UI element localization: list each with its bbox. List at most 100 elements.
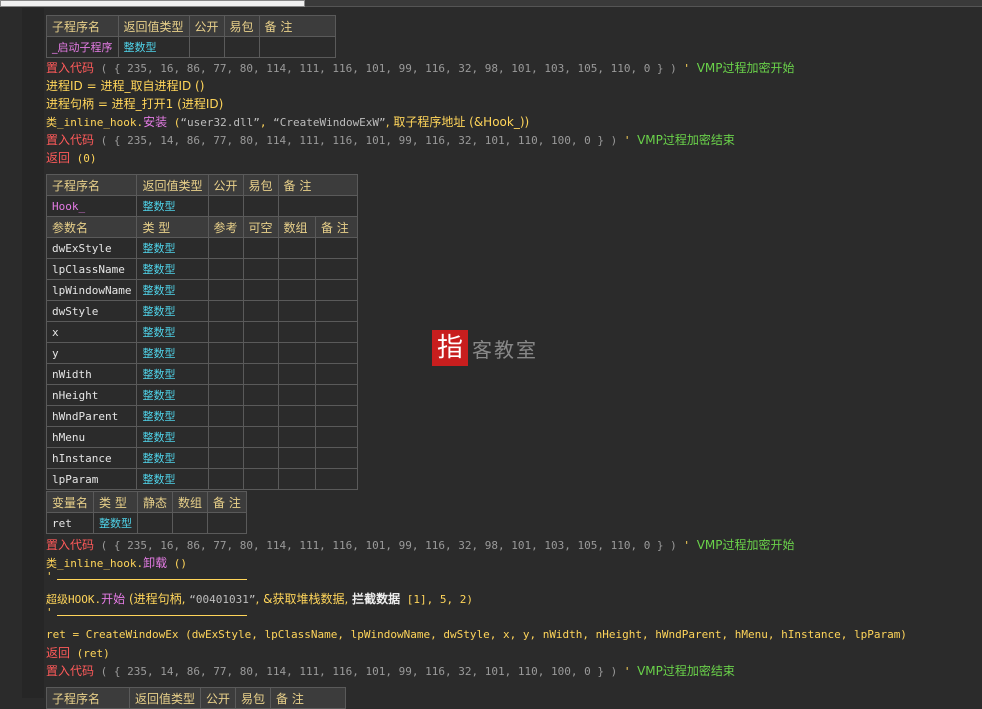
code-line-createwindow[interactable]: ret = CreateWindowEx (dwExStyle, lpClass… — [46, 626, 907, 644]
param-type[interactable]: 整数型 — [136, 405, 209, 427]
param-type[interactable]: 整数型 — [136, 426, 209, 448]
param-array-cell[interactable] — [277, 405, 316, 427]
param-ref-cell[interactable] — [207, 342, 244, 364]
public-cell[interactable] — [207, 195, 244, 217]
param-nullable-cell[interactable] — [242, 321, 279, 343]
sub-name[interactable]: Hook_ — [45, 195, 138, 217]
var-name[interactable]: ret — [45, 512, 95, 534]
param-row[interactable]: hWndParent 整数型 — [45, 405, 358, 427]
param-remark-cell[interactable] — [314, 321, 358, 343]
return-type[interactable]: 整数型 — [117, 36, 190, 58]
param-nullable-cell[interactable] — [242, 468, 279, 490]
param-row[interactable]: hMenu 整数型 — [45, 426, 358, 448]
param-ref-cell[interactable] — [207, 384, 244, 406]
param-nullable-cell[interactable] — [242, 258, 279, 280]
param-nullable-cell[interactable] — [242, 363, 279, 385]
code-line-inject-start[interactable]: 置入代码 ( { 235, 16, 86, 77, 80, 114, 111, … — [46, 536, 795, 554]
param-name[interactable]: nWidth — [45, 363, 138, 385]
param-array-cell[interactable] — [277, 363, 316, 385]
param-name[interactable]: lpParam — [45, 468, 138, 490]
param-remark-cell[interactable] — [314, 363, 358, 385]
param-ref-cell[interactable] — [207, 468, 244, 490]
param-name[interactable]: hMenu — [45, 426, 138, 448]
remark-cell[interactable] — [277, 195, 358, 217]
public-cell[interactable] — [188, 36, 225, 58]
param-ref-cell[interactable] — [207, 300, 244, 322]
param-array-cell[interactable] — [277, 426, 316, 448]
param-type[interactable]: 整数型 — [136, 279, 209, 301]
param-name[interactable]: hInstance — [45, 447, 138, 469]
param-type[interactable]: 整数型 — [136, 342, 209, 364]
return-type[interactable]: 整数型 — [136, 195, 209, 217]
param-row[interactable]: dwStyle 整数型 — [45, 300, 358, 322]
param-name[interactable]: dwStyle — [45, 300, 138, 322]
param-remark-cell[interactable] — [314, 384, 358, 406]
param-array-cell[interactable] — [277, 321, 316, 343]
param-array-cell[interactable] — [277, 279, 316, 301]
param-array-cell[interactable] — [277, 468, 316, 490]
code-line-return[interactable]: 返回 (ret) — [46, 644, 110, 662]
param-name[interactable]: lpWindowName — [45, 279, 138, 301]
param-remark-cell[interactable] — [314, 405, 358, 427]
param-row[interactable]: lpWindowName 整数型 — [45, 279, 358, 301]
param-row[interactable]: lpClassName 整数型 — [45, 258, 358, 280]
code-line-inject-end[interactable]: 置入代码 ( { 235, 14, 86, 77, 80, 114, 111, … — [46, 662, 735, 680]
param-row[interactable]: dwExStyle 整数型 — [45, 237, 358, 259]
param-array-cell[interactable] — [277, 258, 316, 280]
param-ref-cell[interactable] — [207, 258, 244, 280]
selector-box[interactable] — [0, 0, 305, 7]
param-remark-cell[interactable] — [314, 237, 358, 259]
param-name[interactable]: dwExStyle — [45, 237, 138, 259]
param-name[interactable]: hWndParent — [45, 405, 138, 427]
code-line-return[interactable]: 返回 (0) — [46, 149, 97, 167]
code-line-inject-end[interactable]: 置入代码 ( { 235, 14, 86, 77, 80, 114, 111, … — [46, 131, 735, 149]
var-static-cell[interactable] — [137, 512, 174, 534]
param-remark-cell[interactable] — [314, 447, 358, 469]
param-type[interactable]: 整数型 — [136, 363, 209, 385]
param-array-cell[interactable] — [277, 342, 316, 364]
param-ref-cell[interactable] — [207, 426, 244, 448]
param-remark-cell[interactable] — [314, 300, 358, 322]
code-line-inject-start[interactable]: 置入代码 ( { 235, 16, 86, 77, 80, 114, 111, … — [46, 59, 795, 77]
param-type[interactable]: 整数型 — [136, 321, 209, 343]
param-remark-cell[interactable] — [314, 468, 358, 490]
param-array-cell[interactable] — [277, 384, 316, 406]
param-row[interactable]: x 整数型 — [45, 321, 358, 343]
param-nullable-cell[interactable] — [242, 300, 279, 322]
easy-pack-cell[interactable] — [242, 195, 279, 217]
param-row[interactable]: nHeight 整数型 — [45, 384, 358, 406]
param-ref-cell[interactable] — [207, 447, 244, 469]
param-name[interactable]: lpClassName — [45, 258, 138, 280]
param-type[interactable]: 整数型 — [136, 258, 209, 280]
var-type[interactable]: 整数型 — [93, 512, 139, 534]
param-type[interactable]: 整数型 — [136, 237, 209, 259]
param-ref-cell[interactable] — [207, 237, 244, 259]
param-nullable-cell[interactable] — [242, 405, 279, 427]
param-array-cell[interactable] — [277, 300, 316, 322]
param-name[interactable]: nHeight — [45, 384, 138, 406]
param-ref-cell[interactable] — [207, 405, 244, 427]
param-type[interactable]: 整数型 — [136, 300, 209, 322]
param-nullable-cell[interactable] — [242, 426, 279, 448]
easy-pack-cell[interactable] — [223, 36, 260, 58]
param-array-cell[interactable] — [277, 447, 316, 469]
code-line-pid[interactable]: 进程ID = 进程_取自进程ID () — [46, 77, 204, 95]
param-ref-cell[interactable] — [207, 321, 244, 343]
param-nullable-cell[interactable] — [242, 384, 279, 406]
code-line-hook-install[interactable]: 类_inline_hook.安装 (“user32.dll”, “CreateW… — [46, 113, 529, 131]
param-name[interactable]: y — [45, 342, 138, 364]
param-row[interactable]: lpParam 整数型 — [45, 468, 358, 490]
sub-name[interactable]: _启动子程序 — [46, 36, 119, 58]
param-nullable-cell[interactable] — [242, 279, 279, 301]
param-nullable-cell[interactable] — [242, 447, 279, 469]
param-row[interactable]: y 整数型 — [45, 342, 358, 364]
param-row[interactable]: nWidth 整数型 — [45, 363, 358, 385]
param-name[interactable]: x — [45, 321, 138, 343]
param-ref-cell[interactable] — [207, 363, 244, 385]
param-array-cell[interactable] — [277, 237, 316, 259]
param-remark-cell[interactable] — [314, 258, 358, 280]
param-remark-cell[interactable] — [314, 279, 358, 301]
param-nullable-cell[interactable] — [242, 237, 279, 259]
param-remark-cell[interactable] — [314, 426, 358, 448]
var-array-cell[interactable] — [172, 512, 209, 534]
